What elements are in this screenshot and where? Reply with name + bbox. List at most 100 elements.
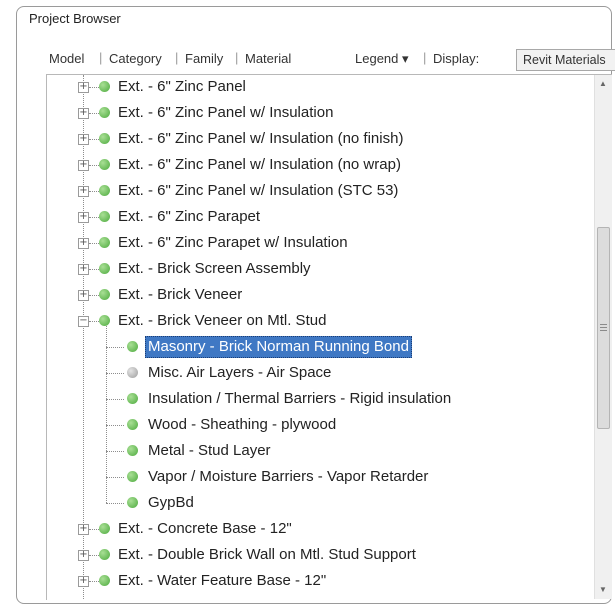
- status-green-icon: [127, 471, 138, 482]
- tree-node-label: Ext. - 6" Zinc Panel: [118, 78, 246, 95]
- status-green-icon: [99, 211, 110, 222]
- status-green-icon: [99, 133, 110, 144]
- tree-node[interactable]: + Ext. - Water Feature Base - 12": [47, 568, 595, 594]
- tree-node-label: Ext. - Brick Screen Assembly: [118, 260, 311, 277]
- status-green-icon: [99, 263, 110, 274]
- expand-icon[interactable]: +: [78, 290, 89, 301]
- tree-node[interactable]: + Ext. - 6" Zinc Panel w/ Insulation (no …: [47, 152, 595, 178]
- tree-node[interactable]: + Ext. - 6" Zinc Parapet w/ Insulation: [47, 230, 595, 256]
- tree-node-label: Misc. Air Layers - Air Space: [148, 364, 332, 381]
- expand-icon[interactable]: +: [78, 134, 89, 145]
- tree-node[interactable]: + Ext. - 6" Zinc Panel: [47, 75, 595, 100]
- tree-node-label: Ext. - 6" Zinc Parapet w/ Insulation: [118, 234, 348, 251]
- expand-icon[interactable]: +: [78, 108, 89, 119]
- status-green-icon: [127, 393, 138, 404]
- status-gray-icon: [127, 367, 138, 378]
- tree-connector: [89, 217, 99, 218]
- tree-node[interactable]: + Ext. - 6" Zinc Panel w/ Insulation: [47, 100, 595, 126]
- tree-node-label: Metal - Stud Layer: [148, 442, 271, 459]
- status-green-icon: [99, 315, 110, 326]
- expand-icon[interactable]: +: [78, 212, 89, 223]
- expand-icon[interactable]: +: [78, 186, 89, 197]
- toolbar-separator: |: [175, 50, 179, 65]
- family-link[interactable]: Family: [185, 51, 223, 66]
- tree-node-label: Ext. - Concrete Base - 12": [118, 520, 292, 537]
- tree-child-node[interactable]: Masonry - Brick Norman Running Bond: [47, 334, 595, 360]
- scrollbar-thumb[interactable]: [597, 227, 610, 429]
- tree-container: + Ext. - 6" Zinc Panel + Ext. - 6" Zinc Pan…: [46, 74, 612, 600]
- tree-connector: [106, 399, 124, 400]
- tree-node-label: Ext. - 6" Zinc Panel w/ Insulation (no w…: [118, 156, 401, 173]
- display-select-value: Revit Materials: [523, 53, 606, 67]
- tree-child-node[interactable]: Wood - Sheathing - plywood: [47, 412, 595, 438]
- tree-connector: [106, 451, 124, 452]
- status-green-icon: [127, 497, 138, 508]
- tree-node-label: Ext. - Brick Veneer: [118, 286, 243, 303]
- expand-icon[interactable]: +: [78, 160, 89, 171]
- status-green-icon: [99, 549, 110, 560]
- category-link[interactable]: Category: [109, 51, 162, 66]
- tree-child-node[interactable]: Insulation / Thermal Barriers - Rigid in…: [47, 386, 595, 412]
- panel-title: Project Browser: [29, 11, 121, 26]
- tree-connector: [89, 321, 99, 322]
- material-tree: + Ext. - 6" Zinc Panel + Ext. - 6" Zinc Pan…: [47, 75, 595, 599]
- expand-icon[interactable]: +: [78, 524, 89, 535]
- tree-node-label: Ext. - Water Feature Base - 12": [118, 572, 327, 589]
- tree-node-label: Masonry - Brick Norman Running Bond: [145, 336, 412, 358]
- toolbar-separator: |: [423, 50, 427, 65]
- collapse-icon[interactable]: −: [78, 316, 89, 327]
- status-green-icon: [99, 237, 110, 248]
- tree-node[interactable]: + Ext. - Concrete Base - 12": [47, 516, 595, 542]
- tree-connector: [89, 165, 99, 166]
- expand-icon[interactable]: +: [78, 82, 89, 93]
- tree-connector: [89, 581, 99, 582]
- grip-line: [600, 327, 607, 328]
- legend-label: Legend: [355, 51, 399, 66]
- tree-node[interactable]: + Ext. - 6" Zinc Panel w/ Insulation (no …: [47, 126, 595, 152]
- tree-child-node[interactable]: Vapor / Moisture Barriers - Vapor Retard…: [47, 464, 595, 490]
- tree-connector: [89, 139, 99, 140]
- tree-child-node[interactable]: Metal - Stud Layer: [47, 438, 595, 464]
- tree-connector: [89, 87, 99, 88]
- tree-child-node[interactable]: GypBd: [47, 490, 595, 516]
- tree-node-label: Ext. - 6" Zinc Panel w/ Insulation (no f…: [118, 130, 404, 147]
- tree-node[interactable]: + Ext. - Brick Veneer: [47, 282, 595, 308]
- tree-node-label: Wood - Sheathing - plywood: [148, 416, 337, 433]
- expand-icon[interactable]: +: [78, 550, 89, 561]
- tree-connector: [89, 191, 99, 192]
- tree-connector: [89, 269, 99, 270]
- display-label: Display:: [433, 51, 480, 66]
- grip-line: [600, 324, 607, 325]
- tree-node[interactable]: + Ext. - Brick Screen Assembly: [47, 256, 595, 282]
- tree-connector: [106, 477, 124, 478]
- tree-child-node[interactable]: Misc. Air Layers - Air Space: [47, 360, 595, 386]
- display-select[interactable]: Revit Materials ▼: [516, 49, 615, 71]
- expand-icon[interactable]: +: [78, 576, 89, 587]
- tree-node[interactable]: − Ext. - Brick Veneer on Mtl. Stud: [47, 308, 595, 334]
- status-green-icon: [99, 289, 110, 300]
- vertical-scrollbar[interactable]: ▲ ▼: [594, 75, 612, 599]
- expand-icon[interactable]: +: [78, 264, 89, 275]
- status-green-icon: [127, 419, 138, 430]
- tree-node-label: Ext. - Brick Veneer on Mtl. Stud: [118, 312, 327, 329]
- tree-node[interactable]: + Ext. - 6" Zinc Panel w/ Insulation (STC…: [47, 178, 595, 204]
- grip-line: [600, 330, 607, 331]
- tree-connector: [89, 243, 99, 244]
- legend-dropdown[interactable]: Legend ▾: [355, 51, 409, 67]
- scroll-up-icon[interactable]: ▲: [599, 79, 607, 88]
- material-link[interactable]: Material: [245, 51, 291, 66]
- status-green-icon: [99, 159, 110, 170]
- tree-node-label: Ext. - 6" Zinc Panel w/ Insulation (STC …: [118, 182, 399, 199]
- scroll-down-icon[interactable]: ▼: [599, 585, 607, 594]
- tree-node[interactable]: + Ext. - 6" Zinc Parapet: [47, 204, 595, 230]
- toolbar-separator: |: [99, 50, 103, 65]
- chevron-down-icon: ▾: [402, 51, 409, 66]
- toolbar-separator: |: [235, 50, 239, 65]
- model-link[interactable]: Model: [49, 51, 84, 66]
- tree-node[interactable]: + Ext. - Double Brick Wall on Mtl. Stud S…: [47, 542, 595, 568]
- status-green-icon: [127, 341, 138, 352]
- tree-connector: [106, 373, 124, 374]
- tree-node-label: Ext. - Double Brick Wall on Mtl. Stud Su…: [118, 546, 416, 563]
- expand-icon[interactable]: +: [78, 238, 89, 249]
- tree-node-label: GypBd: [148, 494, 194, 511]
